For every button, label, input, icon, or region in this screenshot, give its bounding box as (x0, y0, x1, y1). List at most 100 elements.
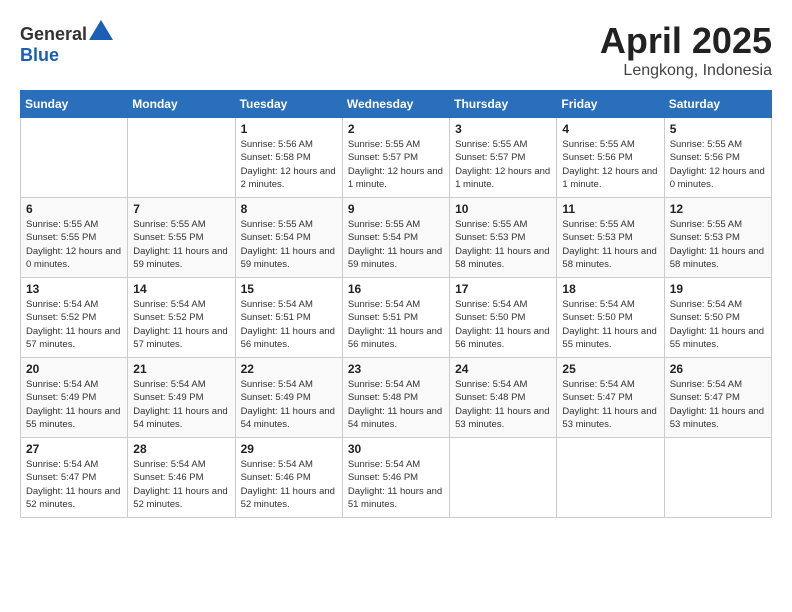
calendar-cell: 30 Sunrise: 5:54 AMSunset: 5:46 PMDaylig… (342, 438, 449, 518)
calendar-cell: 7 Sunrise: 5:55 AMSunset: 5:55 PMDayligh… (128, 198, 235, 278)
logo-blue: Blue (20, 45, 59, 65)
calendar-cell: 6 Sunrise: 5:55 AMSunset: 5:55 PMDayligh… (21, 198, 128, 278)
day-number: 23 (348, 362, 444, 376)
cell-text: Sunrise: 5:54 AMSunset: 5:48 PMDaylight:… (348, 379, 442, 430)
logo-icon (89, 20, 113, 40)
calendar-cell: 26 Sunrise: 5:54 AMSunset: 5:47 PMDaylig… (664, 358, 771, 438)
calendar-title: April 2025 (600, 20, 772, 62)
day-number: 4 (562, 122, 658, 136)
day-number: 13 (26, 282, 122, 296)
day-number: 30 (348, 442, 444, 456)
calendar-cell: 9 Sunrise: 5:55 AMSunset: 5:54 PMDayligh… (342, 198, 449, 278)
calendar-subtitle: Lengkong, Indonesia (600, 62, 772, 80)
day-number: 26 (670, 362, 766, 376)
day-number: 11 (562, 202, 658, 216)
cell-text: Sunrise: 5:55 AMSunset: 5:55 PMDaylight:… (133, 219, 227, 270)
calendar-cell: 25 Sunrise: 5:54 AMSunset: 5:47 PMDaylig… (557, 358, 664, 438)
weekday-header-friday: Friday (557, 91, 664, 118)
day-number: 8 (241, 202, 337, 216)
weekday-header-row: SundayMondayTuesdayWednesdayThursdayFrid… (21, 91, 772, 118)
cell-text: Sunrise: 5:54 AMSunset: 5:47 PMDaylight:… (562, 379, 656, 430)
day-number: 5 (670, 122, 766, 136)
calendar-cell: 21 Sunrise: 5:54 AMSunset: 5:49 PMDaylig… (128, 358, 235, 438)
calendar-cell: 19 Sunrise: 5:54 AMSunset: 5:50 PMDaylig… (664, 278, 771, 358)
calendar-cell (557, 438, 664, 518)
calendar-table: SundayMondayTuesdayWednesdayThursdayFrid… (20, 90, 772, 518)
calendar-cell: 15 Sunrise: 5:54 AMSunset: 5:51 PMDaylig… (235, 278, 342, 358)
cell-text: Sunrise: 5:55 AMSunset: 5:56 PMDaylight:… (670, 139, 765, 190)
calendar-cell (664, 438, 771, 518)
calendar-cell: 17 Sunrise: 5:54 AMSunset: 5:50 PMDaylig… (450, 278, 557, 358)
calendar-cell: 4 Sunrise: 5:55 AMSunset: 5:56 PMDayligh… (557, 118, 664, 198)
calendar-cell: 23 Sunrise: 5:54 AMSunset: 5:48 PMDaylig… (342, 358, 449, 438)
calendar-cell: 11 Sunrise: 5:55 AMSunset: 5:53 PMDaylig… (557, 198, 664, 278)
calendar-cell: 12 Sunrise: 5:55 AMSunset: 5:53 PMDaylig… (664, 198, 771, 278)
cell-text: Sunrise: 5:54 AMSunset: 5:46 PMDaylight:… (133, 459, 227, 510)
cell-text: Sunrise: 5:55 AMSunset: 5:54 PMDaylight:… (241, 219, 335, 270)
day-number: 9 (348, 202, 444, 216)
cell-text: Sunrise: 5:55 AMSunset: 5:53 PMDaylight:… (562, 219, 656, 270)
day-number: 28 (133, 442, 229, 456)
cell-text: Sunrise: 5:55 AMSunset: 5:57 PMDaylight:… (348, 139, 443, 190)
weekday-header-saturday: Saturday (664, 91, 771, 118)
cell-text: Sunrise: 5:55 AMSunset: 5:56 PMDaylight:… (562, 139, 657, 190)
cell-text: Sunrise: 5:54 AMSunset: 5:48 PMDaylight:… (455, 379, 549, 430)
cell-text: Sunrise: 5:54 AMSunset: 5:49 PMDaylight:… (26, 379, 120, 430)
logo-text: General Blue (20, 20, 113, 66)
weekday-header-wednesday: Wednesday (342, 91, 449, 118)
day-number: 21 (133, 362, 229, 376)
day-number: 6 (26, 202, 122, 216)
day-number: 27 (26, 442, 122, 456)
cell-text: Sunrise: 5:54 AMSunset: 5:49 PMDaylight:… (133, 379, 227, 430)
cell-text: Sunrise: 5:54 AMSunset: 5:46 PMDaylight:… (348, 459, 442, 510)
calendar-week-row: 1 Sunrise: 5:56 AMSunset: 5:58 PMDayligh… (21, 118, 772, 198)
day-number: 19 (670, 282, 766, 296)
day-number: 7 (133, 202, 229, 216)
day-number: 22 (241, 362, 337, 376)
cell-text: Sunrise: 5:55 AMSunset: 5:57 PMDaylight:… (455, 139, 550, 190)
calendar-cell (21, 118, 128, 198)
calendar-cell: 14 Sunrise: 5:54 AMSunset: 5:52 PMDaylig… (128, 278, 235, 358)
day-number: 29 (241, 442, 337, 456)
calendar-cell: 28 Sunrise: 5:54 AMSunset: 5:46 PMDaylig… (128, 438, 235, 518)
calendar-cell: 20 Sunrise: 5:54 AMSunset: 5:49 PMDaylig… (21, 358, 128, 438)
calendar-week-row: 20 Sunrise: 5:54 AMSunset: 5:49 PMDaylig… (21, 358, 772, 438)
weekday-header-tuesday: Tuesday (235, 91, 342, 118)
day-number: 20 (26, 362, 122, 376)
calendar-cell: 2 Sunrise: 5:55 AMSunset: 5:57 PMDayligh… (342, 118, 449, 198)
calendar-cell: 13 Sunrise: 5:54 AMSunset: 5:52 PMDaylig… (21, 278, 128, 358)
calendar-cell: 8 Sunrise: 5:55 AMSunset: 5:54 PMDayligh… (235, 198, 342, 278)
cell-text: Sunrise: 5:55 AMSunset: 5:53 PMDaylight:… (670, 219, 764, 270)
weekday-header-monday: Monday (128, 91, 235, 118)
calendar-cell (450, 438, 557, 518)
calendar-cell: 18 Sunrise: 5:54 AMSunset: 5:50 PMDaylig… (557, 278, 664, 358)
day-number: 18 (562, 282, 658, 296)
logo-general: General (20, 24, 87, 44)
cell-text: Sunrise: 5:54 AMSunset: 5:50 PMDaylight:… (455, 299, 549, 350)
cell-text: Sunrise: 5:54 AMSunset: 5:46 PMDaylight:… (241, 459, 335, 510)
calendar-cell: 3 Sunrise: 5:55 AMSunset: 5:57 PMDayligh… (450, 118, 557, 198)
calendar-cell: 1 Sunrise: 5:56 AMSunset: 5:58 PMDayligh… (235, 118, 342, 198)
calendar-week-row: 27 Sunrise: 5:54 AMSunset: 5:47 PMDaylig… (21, 438, 772, 518)
cell-text: Sunrise: 5:54 AMSunset: 5:47 PMDaylight:… (670, 379, 764, 430)
calendar-cell: 27 Sunrise: 5:54 AMSunset: 5:47 PMDaylig… (21, 438, 128, 518)
day-number: 15 (241, 282, 337, 296)
cell-text: Sunrise: 5:54 AMSunset: 5:50 PMDaylight:… (670, 299, 764, 350)
cell-text: Sunrise: 5:54 AMSunset: 5:52 PMDaylight:… (133, 299, 227, 350)
cell-text: Sunrise: 5:54 AMSunset: 5:47 PMDaylight:… (26, 459, 120, 510)
cell-text: Sunrise: 5:54 AMSunset: 5:52 PMDaylight:… (26, 299, 120, 350)
page-header: General Blue April 2025 Lengkong, Indone… (20, 20, 772, 80)
cell-text: Sunrise: 5:54 AMSunset: 5:49 PMDaylight:… (241, 379, 335, 430)
calendar-cell: 29 Sunrise: 5:54 AMSunset: 5:46 PMDaylig… (235, 438, 342, 518)
calendar-cell: 16 Sunrise: 5:54 AMSunset: 5:51 PMDaylig… (342, 278, 449, 358)
day-number: 3 (455, 122, 551, 136)
day-number: 1 (241, 122, 337, 136)
cell-text: Sunrise: 5:54 AMSunset: 5:50 PMDaylight:… (562, 299, 656, 350)
calendar-cell: 22 Sunrise: 5:54 AMSunset: 5:49 PMDaylig… (235, 358, 342, 438)
day-number: 14 (133, 282, 229, 296)
cell-text: Sunrise: 5:56 AMSunset: 5:58 PMDaylight:… (241, 139, 336, 190)
cell-text: Sunrise: 5:54 AMSunset: 5:51 PMDaylight:… (348, 299, 442, 350)
day-number: 10 (455, 202, 551, 216)
calendar-cell: 5 Sunrise: 5:55 AMSunset: 5:56 PMDayligh… (664, 118, 771, 198)
cell-text: Sunrise: 5:54 AMSunset: 5:51 PMDaylight:… (241, 299, 335, 350)
